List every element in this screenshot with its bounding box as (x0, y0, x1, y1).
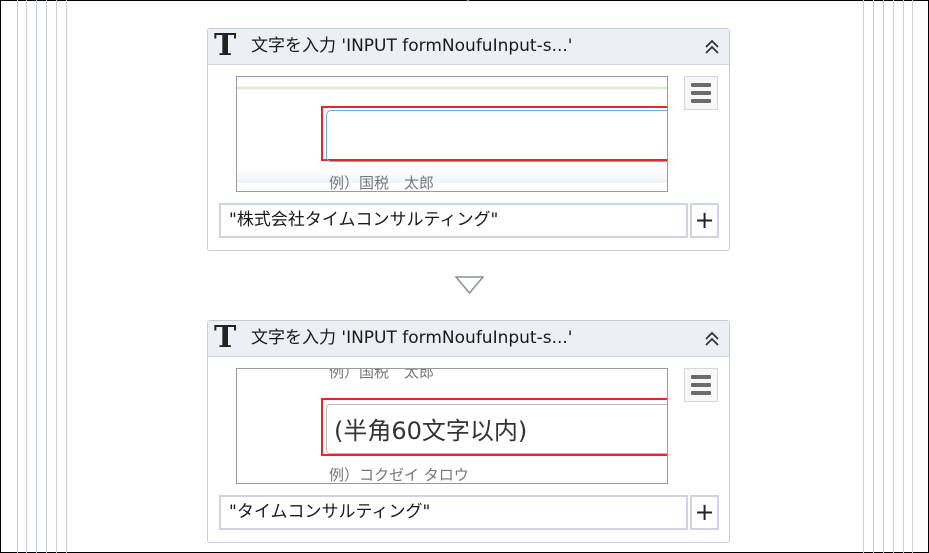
scope-line (883, 0, 884, 553)
text-type-icon: T (214, 28, 237, 63)
plus-icon[interactable]: + (690, 495, 719, 530)
hamburger-menu-icon[interactable] (684, 368, 718, 402)
text-value-field[interactable]: "株式会社タイムコンサルティング" (219, 203, 688, 238)
scope-line (903, 0, 904, 553)
scope-line (912, 0, 913, 553)
double-chevron-up-icon[interactable] (703, 38, 721, 56)
preview-partial-text: 例）国税 太郎 (329, 368, 435, 381)
element-screenshot-preview: 例）国税 太郎 (半角60文字以内) 例）コクゼイ タロウ (236, 368, 668, 484)
activity-header[interactable]: T 文字を入力 'INPUT formNoufuInput-s...' (208, 28, 729, 65)
down-triangle-icon (455, 276, 484, 294)
scope-line (17, 0, 18, 553)
text-value-field[interactable]: "タイムコンサルティング" (219, 495, 688, 530)
element-screenshot-preview: 例）国税 太郎 (236, 76, 668, 192)
text-type-icon: T (214, 320, 237, 355)
hamburger-menu-icon[interactable] (684, 76, 718, 110)
plus-icon[interactable]: + (690, 203, 719, 238)
scope-line (873, 0, 874, 553)
scope-line (36, 0, 37, 553)
preview-partial-text: 例）国税 太郎 (329, 174, 435, 192)
type-into-activity-card[interactable]: T 文字を入力 'INPUT formNoufuInput-s...' 例）国税… (207, 320, 730, 543)
activity-title: 文字を入力 'INPUT formNoufuInput-s...' (251, 328, 573, 348)
double-chevron-up-icon[interactable] (703, 330, 721, 348)
scope-line (66, 0, 67, 553)
preview-partial-text: 例）コクゼイ タロウ (329, 466, 469, 484)
scope-line (26, 0, 27, 553)
flow-connector-arrow (464, 0, 472, 2)
preview-placeholder-text: (半角60文字以内) (334, 417, 528, 445)
scope-line (46, 0, 47, 553)
preview-shadow (237, 169, 667, 183)
scope-line (893, 0, 894, 553)
preview-input-box (326, 110, 667, 162)
scope-line (863, 0, 864, 553)
type-into-activity-card[interactable]: T 文字を入力 'INPUT formNoufuInput-s...' 例）国税… (207, 28, 730, 251)
activity-header[interactable]: T 文字を入力 'INPUT formNoufuInput-s...' (208, 320, 729, 357)
activity-title: 文字を入力 'INPUT formNoufuInput-s...' (251, 36, 573, 56)
scope-line (56, 0, 57, 553)
preview-divider (237, 87, 667, 89)
